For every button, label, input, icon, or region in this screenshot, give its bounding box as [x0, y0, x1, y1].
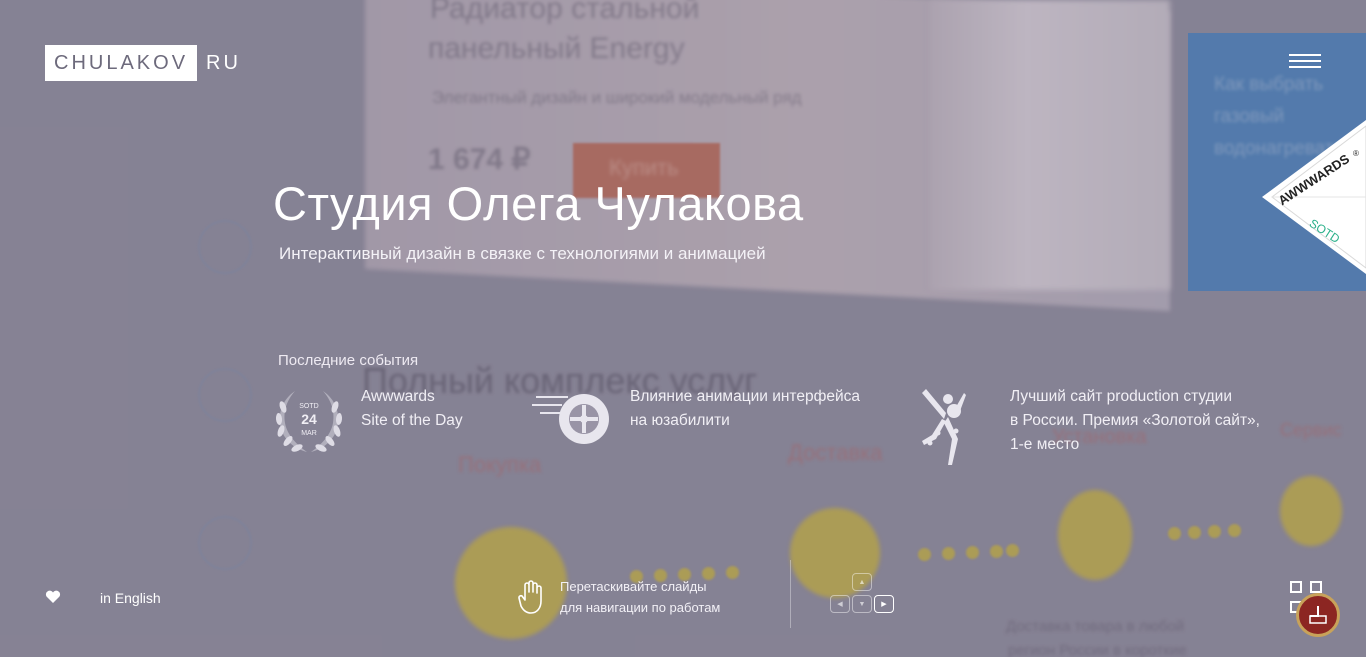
hero-title: Студия Олега Чулакова	[273, 177, 804, 230]
hero-subtitle: Интерактивный дизайн в связке с технолог…	[279, 244, 766, 263]
arrow-right-key-icon: ▶	[874, 595, 894, 613]
footer-divider	[790, 560, 791, 628]
arrow-left-key-icon: ◀	[830, 595, 850, 613]
favorite-heart-button[interactable]	[45, 590, 61, 606]
menu-line-icon	[1289, 54, 1321, 56]
record-clock-button[interactable]	[1296, 593, 1340, 637]
grid-square-icon	[1290, 581, 1302, 593]
drag-hint: Перетаскивайте слайды для навигации по р…	[516, 576, 720, 618]
event-item-awwwards[interactable]: SOTD 24 MAR Awwwards Site of the Day	[273, 385, 463, 455]
dim-overlay	[0, 0, 1366, 657]
svg-text:SOTD: SOTD	[299, 403, 318, 410]
keyboard-arrows-hint: ▲ ◀ ▼ ▶	[830, 573, 896, 617]
drag-hand-icon	[518, 580, 542, 614]
menu-line-icon	[1289, 60, 1321, 62]
event-item-animation[interactable]: Влияние анимации интерфейса на юзабилити	[532, 385, 860, 447]
speeding-wheel-icon	[532, 394, 609, 444]
background-preview: Как выбрать газовый водонагреватель Ради…	[0, 0, 1366, 657]
grid-square-icon	[1310, 581, 1322, 593]
logo-main: CHULAKOV	[45, 45, 198, 81]
event-text: Влияние анимации интерфейса на юзабилити	[630, 388, 860, 429]
event-item-golden-site[interactable]: Лучший сайт production студии в России. …	[918, 385, 1260, 469]
events-label: Последние события	[278, 352, 419, 369]
arrow-down-key-icon: ▼	[852, 595, 872, 613]
event-text: Awwwards Site of the Day	[361, 388, 463, 429]
site-logo[interactable]: CHULAKOV RU	[45, 45, 241, 81]
hamburger-menu-button[interactable]	[1289, 54, 1321, 70]
heart-icon	[45, 590, 61, 603]
menu-line-icon	[1289, 66, 1321, 68]
awwwards-sotd-ribbon[interactable]: AWWWARDS ® SOTD	[1262, 120, 1366, 274]
dancer-figure-icon	[922, 389, 966, 465]
language-switch-link[interactable]: in English	[100, 590, 161, 606]
drag-hint-text: Перетаскивайте слайды для навигации по р…	[560, 579, 721, 615]
clock-icon	[1309, 606, 1327, 624]
registered-mark: ®	[1353, 149, 1359, 158]
logo-suffix: RU	[206, 51, 241, 74]
event-text: Лучший сайт production студии в России. …	[1010, 388, 1260, 453]
svg-text:MAR: MAR	[301, 430, 317, 437]
svg-text:24: 24	[301, 411, 317, 427]
arrow-up-key-icon: ▲	[852, 573, 872, 591]
laurel-icon: SOTD 24 MAR	[275, 391, 343, 452]
